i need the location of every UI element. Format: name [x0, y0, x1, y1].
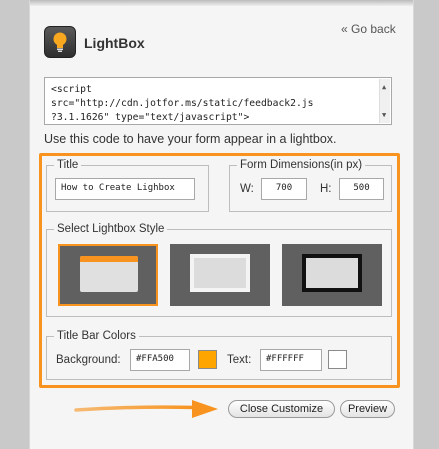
orange-arrow-icon — [74, 400, 218, 418]
style-option-orange-titlebar[interactable] — [58, 244, 158, 306]
code-line: ?3.1.1626" type="text/javascript"> — [51, 112, 250, 123]
page-title: LightBox — [84, 35, 145, 51]
embed-hint-text: Use this code to have your form appear i… — [44, 132, 337, 146]
text-color-input[interactable]: #FFFFFF — [260, 349, 322, 371]
title-legend: Title — [57, 159, 79, 171]
background-color-swatch[interactable] — [198, 350, 217, 369]
style-option-black-border[interactable] — [282, 244, 382, 306]
text-color-label: Text: — [227, 354, 252, 366]
lightbox-style-legend: Select Lightbox Style — [57, 223, 165, 235]
background-color-label: Background: — [56, 354, 121, 366]
style-preview-titlebar — [80, 256, 138, 262]
code-line: src="http://cdn.jotfor.ms/static/feedbac… — [51, 98, 314, 109]
height-label: H: — [320, 183, 332, 195]
scroll-up-icon[interactable]: ▲ — [382, 80, 386, 94]
title-input[interactable]: How to Create Lighbox — [55, 178, 195, 200]
dimensions-legend: Form Dimensions(in px) — [240, 159, 363, 171]
close-customize-button[interactable]: Close Customize — [228, 400, 335, 418]
background-color-input[interactable]: #FFA500 — [130, 349, 190, 371]
lightbox-panel: LightBox « Go back <script src="http://c… — [29, 0, 414, 449]
title-bar-colors-legend: Title Bar Colors — [57, 330, 136, 342]
code-line: <script — [51, 84, 92, 95]
width-label: W: — [240, 183, 254, 195]
go-back-link[interactable]: « Go back — [341, 22, 396, 36]
embed-code-textarea[interactable]: <script src="http://cdn.jotfor.ms/static… — [44, 77, 392, 125]
style-preview-window — [302, 254, 362, 292]
width-input[interactable]: 700 — [261, 178, 307, 200]
preview-button[interactable]: Preview — [340, 400, 395, 418]
style-option-light-border[interactable] — [170, 244, 270, 306]
lightbulb-icon — [44, 26, 76, 58]
style-preview-window — [80, 256, 138, 292]
style-preview-window — [190, 254, 250, 292]
scroll-down-icon[interactable]: ▼ — [382, 108, 386, 122]
panel-top-edge — [30, 0, 413, 6]
height-input[interactable]: 500 — [339, 178, 384, 200]
text-color-swatch[interactable] — [328, 350, 347, 369]
code-scrollbar[interactable]: ▲ ▼ — [379, 79, 390, 123]
